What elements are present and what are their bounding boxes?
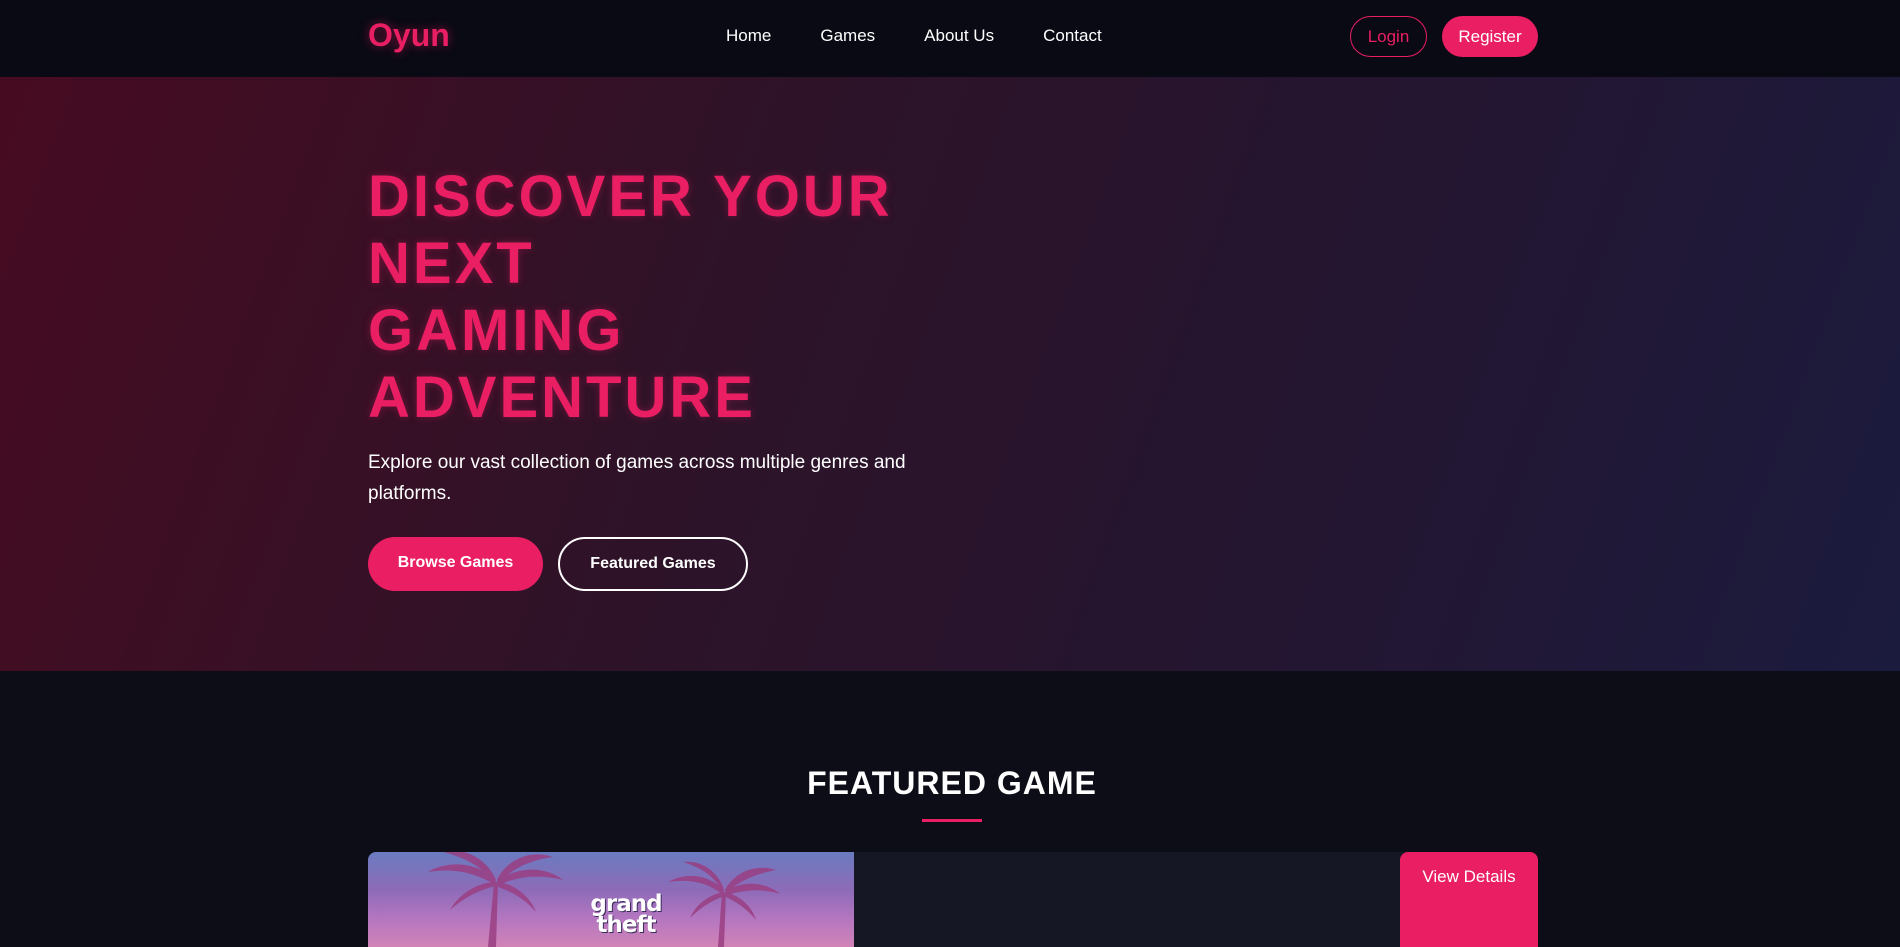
navbar: Oyun Home Games About Us Contact Login R…: [0, 0, 1900, 77]
nav-link-home[interactable]: Home: [726, 26, 771, 46]
featured-game-image[interactable]: grand theft: [368, 852, 854, 947]
nav-link-about-us[interactable]: About Us: [924, 26, 994, 46]
featured-game-card: grand theft: [368, 852, 1538, 947]
hero-section: DISCOVER YOUR NEXT GAMING ADVENTURE Expl…: [0, 77, 1900, 671]
hero-title: DISCOVER YOUR NEXT GAMING ADVENTURE: [368, 163, 968, 431]
game-logo-line: theft: [596, 912, 657, 938]
brand-logo[interactable]: Oyun: [368, 17, 450, 54]
hero-subtitle: Explore our vast collection of games acr…: [368, 452, 906, 504]
hero-title-line: ADVENTURE: [368, 365, 756, 430]
featured-games-button[interactable]: Featured Games: [558, 537, 748, 591]
nav-link-games[interactable]: Games: [820, 26, 875, 46]
hero-title-line: DISCOVER YOUR: [368, 164, 893, 229]
hero-title-line: GAMING: [368, 298, 625, 363]
register-button[interactable]: Register: [1442, 16, 1538, 57]
section-title-underline: [922, 819, 982, 822]
nav-link-contact[interactable]: Contact: [1043, 26, 1102, 46]
hero-title-line: NEXT: [368, 231, 535, 296]
view-details-button[interactable]: View Details: [1400, 852, 1538, 947]
login-button[interactable]: Login: [1350, 16, 1427, 57]
game-logo: grand theft: [586, 893, 666, 938]
main-nav: Home Games About Us Contact: [726, 26, 1151, 46]
featured-section-title: FEATURED GAME: [807, 765, 1097, 801]
browse-games-button[interactable]: Browse Games: [368, 537, 543, 591]
